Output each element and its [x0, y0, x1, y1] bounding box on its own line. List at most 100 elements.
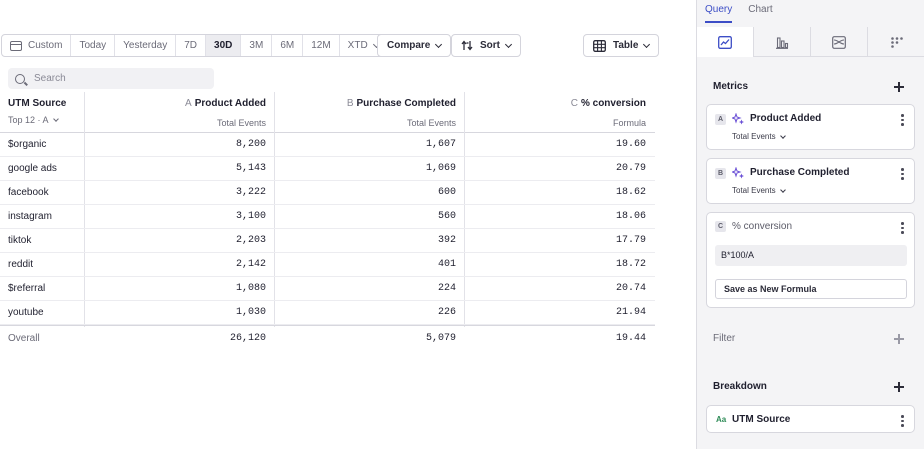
- metric-measure-dropdown[interactable]: Total Events: [732, 132, 786, 141]
- tab-query[interactable]: Query: [705, 4, 733, 23]
- view-type-label: Table: [613, 40, 639, 51]
- breakdown-column-header: UTM Source Top 12 · A: [8, 98, 66, 125]
- row-value-c: 19.60: [615, 139, 646, 150]
- row-value-c: 18.72: [615, 259, 646, 270]
- column-title: % conversion: [580, 98, 646, 109]
- column-header-a[interactable]: A Product Added Total Events: [185, 98, 266, 128]
- row-value-b: 226: [437, 307, 456, 318]
- sort-label: Sort: [480, 40, 500, 51]
- save-formula-button[interactable]: Save as New Formula: [715, 279, 907, 299]
- row-value-b: 5,079: [425, 333, 456, 344]
- metric-card-a[interactable]: A Product Added Total Events: [706, 104, 915, 150]
- chevron-down-icon: [435, 40, 443, 48]
- add-filter-plus-icon[interactable]: [894, 334, 904, 344]
- breakdown-card[interactable]: Aa UTM Source: [706, 405, 915, 433]
- row-name: youtube: [8, 307, 44, 318]
- table-row[interactable]: facebook 3,222 600 18.62: [0, 181, 655, 205]
- search-icon: [15, 73, 25, 84]
- chart-type-flow[interactable]: [811, 27, 868, 57]
- date-range-xtd-label: XTD: [347, 40, 368, 51]
- date-range-custom-label: Custom: [28, 40, 63, 51]
- date-range-custom[interactable]: Custom: [2, 35, 72, 56]
- table-row[interactable]: instagram 3,100 560 18.06: [0, 205, 655, 229]
- row-value-b: 401: [437, 259, 456, 270]
- row-value-a: 1,030: [235, 307, 266, 318]
- bar-chart-icon: [776, 36, 789, 49]
- date-range-today[interactable]: Today: [71, 35, 116, 56]
- flow-chart-icon: [832, 35, 846, 49]
- calendar-icon: [10, 40, 22, 51]
- column-subtitle: Total Events: [216, 118, 266, 128]
- row-name: Overall: [8, 333, 40, 344]
- table-row[interactable]: reddit 2,142 401 18.72: [0, 253, 655, 277]
- row-value-c: 18.06: [615, 211, 646, 222]
- column-header-c[interactable]: C% conversion Formula: [571, 98, 646, 128]
- table-row[interactable]: google ads 5,143 1,069 20.79: [0, 157, 655, 181]
- column-header-b[interactable]: B Purchase Completed Total Events: [347, 98, 456, 128]
- search-bar: [8, 68, 214, 89]
- row-value-a: 2,203: [235, 235, 266, 246]
- metrics-section-title: Metrics: [713, 81, 749, 92]
- table-row[interactable]: tiktok 2,203 392 17.79: [0, 229, 655, 253]
- column-title: Product Added: [194, 98, 266, 109]
- more-options-icon[interactable]: [901, 168, 904, 182]
- chevron-down-icon: [779, 186, 786, 193]
- row-value-c: 20.79: [615, 163, 646, 174]
- search-input[interactable]: [34, 73, 204, 84]
- chevron-down-icon: [52, 116, 59, 122]
- date-range-7d[interactable]: 7D: [176, 35, 207, 56]
- chart-type-grid[interactable]: [868, 27, 924, 57]
- date-range-yesterday[interactable]: Yesterday: [115, 35, 177, 56]
- date-range-selector: Custom Today Yesterday 7D 30D 3M 6M 12M …: [1, 34, 388, 57]
- more-options-icon[interactable]: [901, 415, 904, 429]
- string-type-icon: Aa: [716, 415, 727, 424]
- row-name: reddit: [8, 259, 34, 270]
- table-row[interactable]: youtube 1,030 226 21.94: [0, 301, 655, 325]
- compare-label: Compare: [387, 40, 431, 51]
- column-subtitle: Formula: [612, 118, 646, 128]
- row-value-b: 1,607: [425, 139, 456, 150]
- metric-card-b[interactable]: B Purchase Completed Total Events: [706, 158, 915, 204]
- date-range-12m[interactable]: 12M: [303, 35, 340, 56]
- breakdown-column-title: UTM Source: [8, 98, 67, 109]
- row-name: instagram: [8, 211, 52, 222]
- add-breakdown-plus-icon[interactable]: [894, 382, 904, 392]
- breakdown-limit-dropdown[interactable]: Top 12 · A: [8, 115, 66, 125]
- row-name: tiktok: [8, 235, 32, 246]
- row-value-b: 224: [437, 283, 456, 294]
- row-name: facebook: [8, 187, 49, 198]
- event-sparkle-icon: [732, 113, 744, 125]
- date-range-3m[interactable]: 3M: [241, 35, 273, 56]
- metric-measure-label: Total Events: [732, 186, 776, 195]
- row-value-a: 3,222: [235, 187, 266, 198]
- panel-tabs: Query Chart: [705, 4, 789, 23]
- row-name: google ads: [8, 163, 57, 174]
- compare-button[interactable]: Compare: [377, 34, 452, 57]
- sort-button[interactable]: Sort: [451, 34, 521, 57]
- metric-letter: A: [185, 98, 192, 109]
- metric-name: Product Added: [750, 113, 822, 124]
- formula-expression-input[interactable]: B*100/A: [715, 245, 907, 266]
- column-title: Purchase Completed: [356, 98, 456, 109]
- chart-type-bar[interactable]: [754, 27, 811, 57]
- tab-chart[interactable]: Chart: [748, 4, 772, 23]
- formula-card-c[interactable]: C % conversion B*100/A Save as New Formu…: [706, 212, 915, 308]
- row-value-a: 3,100: [235, 211, 266, 222]
- date-range-6m[interactable]: 6M: [272, 35, 304, 56]
- sort-icon: [461, 40, 473, 51]
- view-type-button[interactable]: Table: [583, 34, 660, 57]
- table-row[interactable]: $referral 1,080 224 20.74: [0, 277, 655, 301]
- table-row[interactable]: $organic 8,200 1,607 19.60: [0, 133, 655, 157]
- more-options-icon[interactable]: [901, 114, 904, 128]
- table-row-overall[interactable]: Overall 26,120 5,079 19.44: [0, 325, 655, 351]
- breakdown-section-title: Breakdown: [713, 381, 767, 392]
- metric-measure-dropdown[interactable]: Total Events: [732, 186, 786, 195]
- date-range-30d[interactable]: 30D: [206, 35, 242, 56]
- formula-name[interactable]: % conversion: [732, 221, 792, 232]
- event-sparkle-icon: [732, 167, 744, 179]
- chart-type-line[interactable]: [697, 27, 754, 57]
- row-value-b: 600: [437, 187, 456, 198]
- add-metric-plus-icon[interactable]: [894, 82, 904, 92]
- more-options-icon[interactable]: [901, 222, 904, 236]
- column-subtitle: Total Events: [406, 118, 456, 128]
